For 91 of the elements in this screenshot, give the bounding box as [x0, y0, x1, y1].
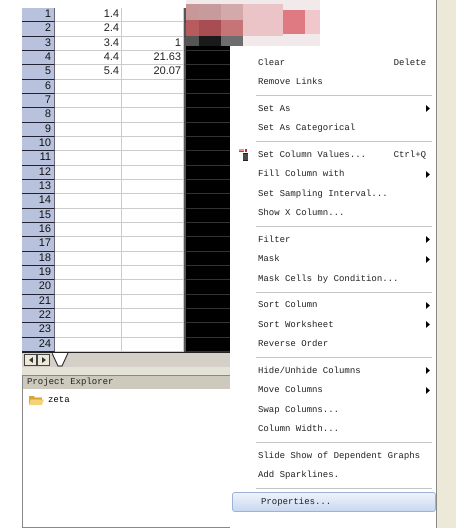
scroll-right-button[interactable] [37, 354, 50, 366]
menu-item[interactable]: Column Width... [230, 420, 436, 439]
menu-item[interactable]: Fill Column with [230, 164, 436, 184]
menu-item[interactable]: Remove Links [230, 72, 436, 92]
submenu-arrow-icon [426, 105, 430, 112]
submenu-arrow-icon [426, 170, 430, 178]
submenu-arrow-icon [426, 321, 430, 328]
row-header[interactable]: 1 [22, 8, 55, 22]
table-cell [55, 252, 122, 266]
row-header[interactable]: 17 [22, 237, 55, 252]
menu-item[interactable]: Mask Cells by Condition... [230, 269, 436, 288]
menu-item[interactable]: Mask [230, 250, 436, 269]
row-header[interactable]: 23 [22, 323, 55, 338]
menu-item[interactable]: Swap Columns... [230, 400, 436, 420]
row-header[interactable]: 5 [22, 65, 55, 80]
row-header[interactable]: 10 [22, 136, 55, 152]
menu-item[interactable]: Show X Column... [230, 204, 436, 223]
table-cell [55, 208, 122, 223]
table-cell: 4.4 [55, 50, 122, 66]
table-cell [55, 280, 122, 295]
table-cell [55, 136, 122, 152]
row-header[interactable]: 21 [22, 294, 55, 309]
row-header[interactable]: 9 [22, 122, 55, 137]
menu-item[interactable]: Set As Categorical [230, 118, 436, 138]
table-cell [55, 80, 122, 94]
table-cell [184, 65, 232, 80]
table-cell [184, 151, 232, 166]
row-header[interactable]: 22 [22, 308, 55, 324]
submenu-arrow-icon [426, 386, 430, 394]
table-cell: 5.4 [55, 65, 122, 80]
row-header[interactable]: 6 [22, 80, 55, 94]
menu-item[interactable]: Clear Delete [230, 53, 436, 72]
table-cell [55, 294, 122, 309]
table-cell [55, 237, 122, 252]
menu-item[interactable]: Move Columns [230, 380, 436, 400]
table-cell [55, 151, 122, 166]
table-cell [184, 194, 232, 209]
table-cell [184, 280, 232, 295]
table-cell [55, 194, 122, 209]
table-cell [55, 308, 122, 324]
row-header[interactable]: 4 [22, 50, 55, 66]
table-cell [55, 180, 122, 194]
menu-item[interactable]: Sort Worksheet [230, 315, 436, 334]
submenu-arrow-icon [426, 367, 430, 374]
table-cell [55, 222, 122, 238]
table-cell [55, 266, 122, 280]
table-cell: 1.4 [55, 8, 122, 22]
menu-item[interactable]: Properties... [232, 492, 436, 512]
table-cell [55, 94, 122, 108]
row-header[interactable]: 24 [22, 338, 55, 352]
table-cell [55, 108, 122, 123]
menu-item[interactable]: Set Sampling Interval... [230, 184, 436, 204]
menu-item[interactable]: Add Sparklines. [230, 466, 436, 485]
submenu-arrow-icon [426, 236, 430, 244]
row-header[interactable]: 12 [22, 166, 55, 180]
table-cell [184, 108, 232, 123]
menu-item[interactable]: Slide Show of Dependent Graphs [230, 446, 436, 466]
row-header[interactable]: 20 [22, 280, 55, 295]
table-cell [184, 237, 232, 252]
row-header[interactable]: 3 [22, 36, 55, 51]
row-header[interactable]: 8 [22, 108, 55, 123]
row-header[interactable]: 7 [22, 94, 55, 108]
row-header[interactable]: 11 [22, 151, 55, 166]
menu-item[interactable]: Set Column Values... Ctrl+Q [230, 145, 436, 164]
table-cell: 2.4 [55, 22, 122, 37]
table-cell [55, 323, 122, 338]
submenu-arrow-icon [426, 256, 430, 263]
left-arrow-icon [28, 356, 32, 363]
row-header[interactable]: 14 [22, 194, 55, 209]
folder-item[interactable]: zeta [27, 394, 72, 407]
row-header[interactable]: 16 [22, 222, 55, 238]
menu-item[interactable]: Set As [230, 99, 436, 118]
submenu-arrow-icon [426, 302, 430, 309]
table-cell [55, 166, 122, 180]
folder-icon [29, 394, 44, 406]
row-header[interactable]: 15 [22, 208, 55, 223]
row-header[interactable]: 19 [22, 266, 55, 280]
column-values-icon [239, 148, 249, 161]
table-cell: 3.4 [55, 36, 122, 51]
row-header[interactable]: 18 [22, 252, 55, 266]
menu-item[interactable]: Sort Column [230, 296, 436, 315]
row-header[interactable]: 2 [22, 22, 55, 37]
right-arrow-icon [42, 356, 46, 363]
menu-item[interactable]: Filter [230, 230, 436, 250]
table-cell [184, 323, 232, 338]
menu-item[interactable]: Reverse Order [230, 334, 436, 354]
menu-item[interactable]: Hide/Unhide Columns [230, 361, 436, 380]
panel-title: Project Explorer [23, 376, 231, 389]
scroll-left-button[interactable] [24, 354, 37, 366]
row-header[interactable]: 13 [22, 180, 55, 194]
table-cell [55, 122, 122, 137]
